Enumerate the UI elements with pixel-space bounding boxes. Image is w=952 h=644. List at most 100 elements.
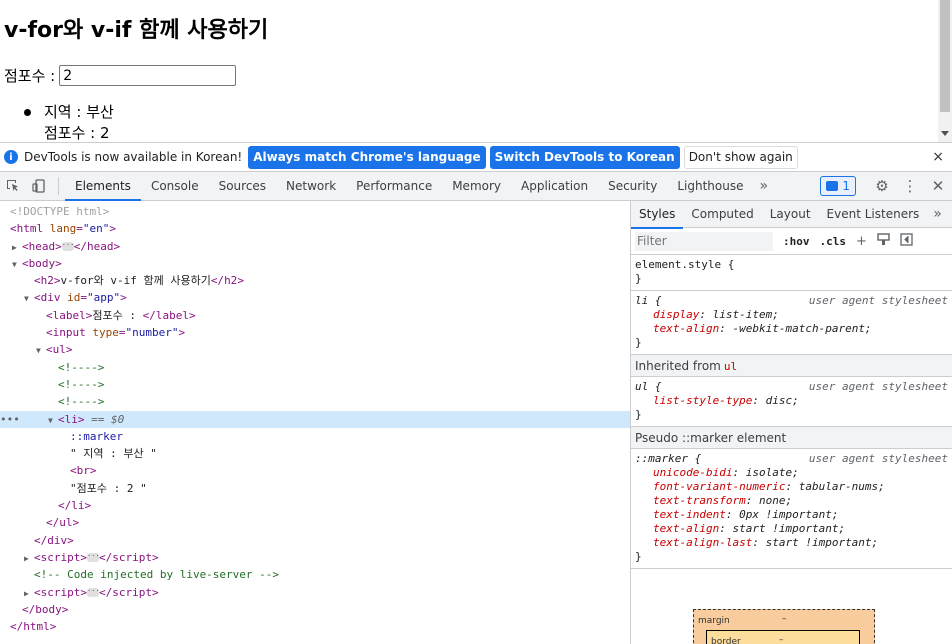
tab-performance[interactable]: Performance [346, 172, 442, 200]
tab-application[interactable]: Application [511, 172, 598, 200]
dont-show-again-button[interactable]: Don't show again [683, 145, 798, 169]
css-declaration[interactable]: unicode-bidi: isolate; [635, 466, 948, 480]
page-heading: v-for와 v-if 함께 사용하기 [4, 18, 269, 43]
css-declaration[interactable]: display: list-item; [635, 308, 948, 322]
ua-source-label: user agent stylesheet [808, 380, 948, 393]
dom-node-body[interactable]: ▼ <body> [0, 255, 630, 272]
tab-elements[interactable]: Elements [65, 172, 141, 201]
css-declaration[interactable]: text-align-last: start !important; [635, 536, 948, 550]
toolbar-divider [58, 177, 59, 195]
switch-korean-button[interactable]: Switch DevTools to Korean [489, 145, 680, 169]
element-style-rule[interactable]: element.style { } [631, 255, 952, 291]
css-declaration[interactable]: text-align: -webkit-match-parent; [635, 322, 948, 336]
dom-node-html[interactable]: <html lang="en"> [0, 220, 630, 237]
page-viewport: v-for와 v-if 함께 사용하기 점포수 : 지역 : 부산 점포수 : … [0, 0, 952, 142]
css-declaration[interactable]: font-variant-numeric: tabular-nums; [635, 480, 948, 494]
tab-event-listeners[interactable]: Event Listeners [819, 201, 928, 228]
dom-node-br[interactable]: <br> [0, 462, 630, 479]
kebab-menu-icon[interactable]: ⋮ [896, 177, 924, 195]
dom-node-head[interactable]: ▶ <head>···</head> [0, 238, 630, 255]
expand-triangle-icon[interactable]: ▶ [24, 585, 34, 602]
dom-node-comment-live[interactable]: <!-- Code injected by live-server --> [0, 566, 630, 583]
dom-node-script[interactable]: ▶ <script>···</script> [0, 549, 630, 566]
ua-source-label: user agent stylesheet [808, 294, 948, 307]
expand-triangle-icon[interactable]: ▶ [24, 550, 34, 567]
collapse-triangle-icon[interactable]: ▼ [24, 290, 34, 307]
ul-ua-rule[interactable]: ul { user agent stylesheet list-style-ty… [631, 377, 952, 427]
collapse-triangle-icon[interactable]: ▼ [36, 342, 46, 359]
expand-triangle-icon[interactable]: ▶ [12, 239, 22, 256]
issues-icon [826, 181, 839, 191]
tab-styles[interactable]: Styles [631, 201, 684, 229]
dom-node-body-close[interactable]: </body> [0, 601, 630, 618]
dom-node-input[interactable]: <input type="number"> [0, 324, 630, 341]
dom-node-li-close[interactable]: </li> [0, 497, 630, 514]
box-border[interactable]: border – [706, 630, 860, 644]
hov-toggle[interactable]: :hov [783, 235, 810, 248]
scrollbar-thumb[interactable] [940, 0, 950, 112]
infobar-message: DevTools is now available in Korean! [24, 150, 243, 164]
scroll-down-icon[interactable] [941, 131, 949, 136]
inherited-from-link[interactable]: ul [724, 360, 737, 373]
score-input[interactable] [59, 65, 237, 86]
css-declaration[interactable]: text-transform: none; [635, 494, 948, 508]
tab-sources[interactable]: Sources [209, 172, 276, 200]
tab-network[interactable]: Network [276, 172, 346, 200]
css-declaration[interactable]: text-align: start !important; [635, 522, 948, 536]
tab-memory[interactable]: Memory [442, 172, 511, 200]
dom-node-ul[interactable]: ▼ <ul> [0, 341, 630, 358]
dom-node-h2[interactable]: <h2>v-for와 v-if 함께 사용하기</h2> [0, 272, 630, 289]
score-label: 점포수 : [4, 67, 56, 85]
dom-node-comment[interactable]: <!----> [0, 393, 630, 410]
tab-layout[interactable]: Layout [762, 201, 819, 228]
dom-node-script[interactable]: ▶ <script>···</script> [0, 584, 630, 601]
close-icon[interactable]: × [932, 149, 944, 165]
tab-console[interactable]: Console [141, 172, 209, 200]
box-margin-value[interactable]: – [782, 614, 787, 624]
marker-ua-rule[interactable]: ::marker { user agent stylesheet unicode… [631, 449, 952, 569]
computed-styles-icon[interactable] [877, 232, 890, 250]
ellipsis-icon[interactable]: ··· [61, 242, 74, 252]
elements-tree[interactable]: <!DOCTYPE html> <html lang="en"> ▶ <head>… [0, 201, 630, 644]
dom-node-label[interactable]: <label>점포수 : </label> [0, 307, 630, 324]
add-rule-icon[interactable]: + [856, 234, 867, 249]
inspect-element-icon[interactable] [0, 172, 26, 200]
dom-node-text-score[interactable]: "점포수 : 2 " [0, 480, 630, 497]
li-ua-rule[interactable]: li { user agent stylesheet display: list… [631, 291, 952, 355]
issues-count: 1 [842, 179, 850, 193]
css-declaration[interactable]: text-indent: 0px !important; [635, 508, 948, 522]
node-actions-icon[interactable]: ••• [0, 411, 20, 428]
page-scrollbar[interactable] [938, 0, 952, 142]
dom-node-comment[interactable]: <!----> [0, 376, 630, 393]
ellipsis-icon[interactable]: ··· [87, 588, 100, 598]
collapse-triangle-icon[interactable]: ▼ [12, 256, 22, 273]
dom-node-div-close[interactable]: </div> [0, 532, 630, 549]
dom-node-comment[interactable]: <!----> [0, 359, 630, 376]
dom-node-li-selected[interactable]: ••• ▼ <li> == $0 [0, 410, 630, 429]
dom-node-ul-close[interactable]: </ul> [0, 514, 630, 531]
dom-node-doctype[interactable]: <!DOCTYPE html> [0, 203, 630, 220]
toggle-sidebar-icon[interactable] [900, 232, 913, 250]
dom-node-text-region[interactable]: " 지역 : 부산 " [0, 445, 630, 462]
dom-node-html-close[interactable]: </html> [0, 618, 630, 635]
device-toolbar-icon[interactable] [26, 172, 52, 200]
cls-toggle[interactable]: .cls [820, 235, 847, 248]
styles-filter-input[interactable] [635, 231, 773, 251]
ellipsis-icon[interactable]: ··· [87, 553, 100, 563]
list-item-region: 지역 : 부산 [44, 103, 114, 121]
tab-security[interactable]: Security [598, 172, 667, 200]
box-border-value[interactable]: – [779, 635, 784, 644]
dom-node-div-app[interactable]: ▼ <div id="app"> [0, 289, 630, 306]
box-model-diagram[interactable]: margin – border – [693, 609, 875, 644]
more-tabs-icon[interactable]: » [754, 178, 775, 194]
tab-lighthouse[interactable]: Lighthouse [667, 172, 753, 200]
collapse-triangle-icon[interactable]: ▼ [48, 412, 58, 429]
issues-badge[interactable]: 1 [820, 176, 856, 196]
css-declaration[interactable]: list-style-type: disc; [635, 394, 948, 408]
settings-gear-icon[interactable]: ⚙ [868, 177, 896, 195]
match-language-button[interactable]: Always match Chrome's language [248, 145, 486, 169]
more-tabs-icon[interactable]: » [927, 206, 948, 222]
close-devtools-icon[interactable]: ✕ [924, 177, 952, 195]
dom-node-marker[interactable]: ::marker [0, 428, 630, 445]
tab-computed[interactable]: Computed [683, 201, 761, 228]
